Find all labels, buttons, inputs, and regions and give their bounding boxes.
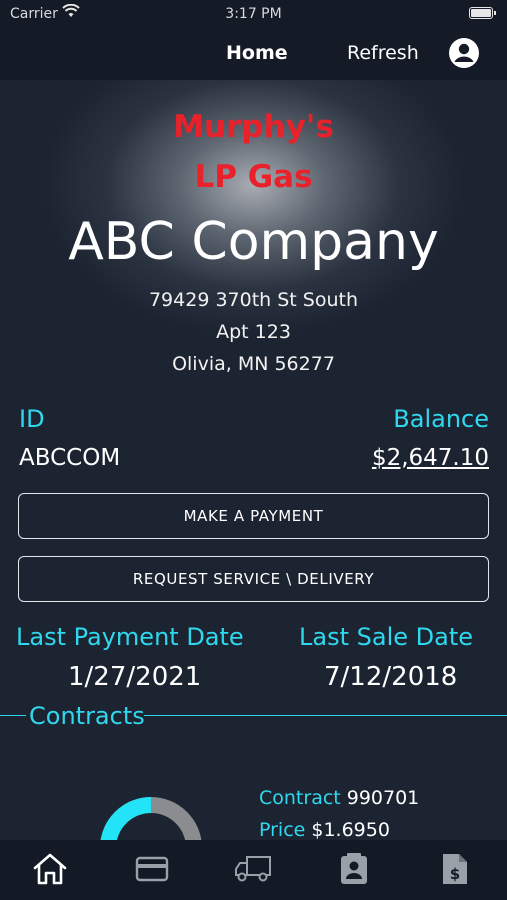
balance-label: Balance [393, 405, 489, 433]
contact-card-icon [341, 853, 367, 884]
contract-label: Contract [259, 787, 341, 809]
address-line-2: Apt 123 [216, 321, 291, 343]
refresh-button[interactable]: Refresh [347, 42, 419, 64]
address-line-3: Olivia, MN 56277 [172, 353, 335, 375]
nav-home-link[interactable]: Home [226, 42, 288, 64]
section-divider-right [144, 715, 507, 716]
bottom-tab-bar: $ [0, 840, 507, 900]
request-service-button[interactable]: REQUEST SERVICE \ DELIVERY [18, 556, 489, 602]
battery-icon [469, 7, 496, 19]
section-divider-left [0, 715, 26, 716]
last-payment-date-label: Last Payment Date [16, 623, 244, 651]
company-name: ABC Company [68, 212, 439, 272]
invoice-dollar-icon: $ [443, 854, 467, 884]
id-label: ID [19, 405, 45, 433]
last-payment-date-value: 1/27/2021 [68, 662, 202, 692]
make-payment-button[interactable]: MAKE A PAYMENT [18, 493, 489, 539]
tab-payments[interactable] [132, 849, 172, 889]
clock-time: 3:17 PM [225, 6, 282, 22]
address-line-1: 79429 370th St South [148, 289, 359, 311]
price-label: Price [259, 819, 306, 841]
svg-text:$: $ [450, 865, 460, 883]
status-bar: Carrier 3:17 PM [0, 0, 507, 28]
price-value: $1.6950 [311, 819, 390, 841]
account-id-value: ABCCOM [19, 445, 121, 471]
tab-deliveries[interactable] [233, 849, 273, 889]
brand-name-line2: LP Gas [194, 159, 313, 195]
credit-card-icon [135, 856, 169, 882]
tab-contact[interactable] [334, 849, 374, 889]
top-nav-bar: Home Refresh [0, 28, 507, 80]
contract-number: 990701 [346, 787, 420, 809]
last-sale-date-value: 7/12/2018 [324, 662, 458, 692]
balance-value-link[interactable]: $2,647.10 [372, 445, 489, 471]
tab-invoices[interactable]: $ [435, 849, 475, 889]
tab-home[interactable] [30, 849, 70, 889]
account-icon[interactable] [448, 37, 480, 69]
contract-price-row: Price $1.6950 [259, 819, 390, 841]
home-icon [33, 853, 67, 885]
contracts-section-title: Contracts [29, 702, 145, 730]
last-sale-date-label: Last Sale Date [299, 623, 473, 651]
delivery-truck-icon [235, 856, 271, 882]
brand-name-line1: Murphy's [173, 109, 334, 145]
app-screen: Carrier 3:17 PM Home Refresh Murphy's LP… [0, 0, 507, 900]
contract-number-row: Contract 990701 [259, 787, 419, 809]
